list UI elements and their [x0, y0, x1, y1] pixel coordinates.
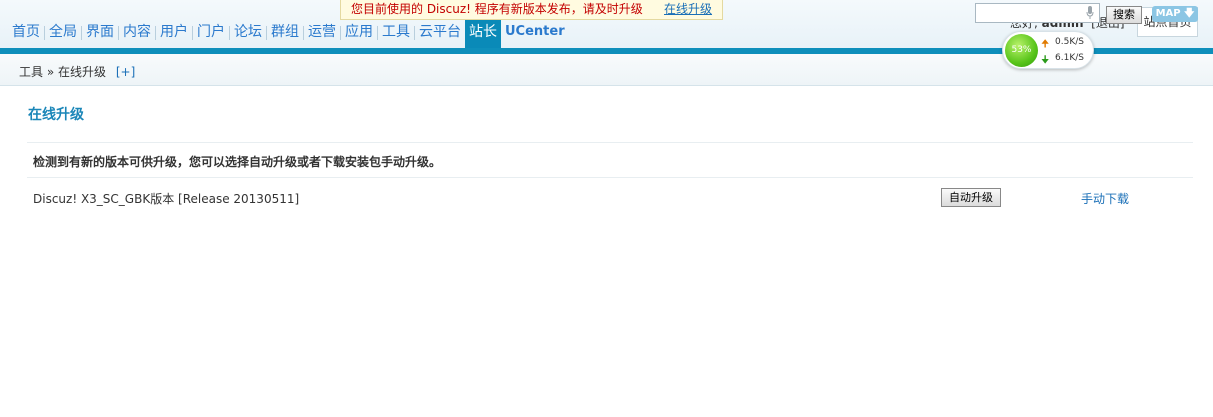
nav-item-operations[interactable]: 运营: [304, 20, 340, 48]
nav-item-users[interactable]: 用户: [156, 20, 192, 48]
divider: [27, 142, 1193, 143]
manual-download-link[interactable]: 手动下载: [1081, 190, 1129, 207]
nav-item-cloud[interactable]: 云平台: [415, 20, 465, 48]
nav-item-groups[interactable]: 群组: [267, 20, 303, 48]
version-info: Discuz! X3_SC_GBK版本 [Release 20130511]: [33, 192, 300, 206]
network-speed-widget[interactable]: 53% 🠉 0.5K/S 🠋 6.1K/S: [1002, 31, 1094, 69]
map-label: MAP: [1155, 8, 1181, 19]
upgrade-notice-link[interactable]: 在线升级: [664, 0, 712, 18]
nav-item-tools[interactable]: 工具: [378, 20, 414, 48]
upload-speed: 0.5K/S: [1055, 37, 1084, 47]
nav-item-global[interactable]: 全局: [45, 20, 81, 48]
page-title: 在线升级: [28, 107, 84, 123]
add-shortcut-link[interactable]: [+]: [116, 65, 135, 79]
breadcrumb-tools[interactable]: 工具: [19, 65, 43, 79]
nav-item-apps[interactable]: 应用: [341, 20, 377, 48]
nav-item-interface[interactable]: 界面: [82, 20, 118, 48]
microphone-icon[interactable]: [1086, 6, 1094, 20]
map-button[interactable]: MAP 🡇: [1152, 6, 1198, 22]
speed-percent-ball: 53%: [1005, 34, 1038, 67]
download-arrow-icon: 🠋: [1041, 55, 1050, 66]
auto-upgrade-button[interactable]: 自动升级: [941, 188, 1001, 207]
search-button[interactable]: 搜索: [1106, 6, 1142, 24]
breadcrumb: 工具 » 在线升级 [+]: [19, 63, 135, 80]
upload-arrow-icon: 🠉: [1041, 39, 1050, 50]
nav-item-home[interactable]: 首页: [8, 20, 44, 48]
search-input[interactable]: [975, 3, 1100, 23]
nav-item-content[interactable]: 内容: [119, 20, 155, 48]
nav-item-ucenter[interactable]: UCenter: [501, 20, 569, 48]
download-arrow-icon: 🡇: [1184, 8, 1195, 19]
nav-item-portal[interactable]: 门户: [193, 20, 229, 48]
download-speed: 6.1K/S: [1055, 53, 1084, 63]
breadcrumb-current: 在线升级: [58, 65, 107, 79]
upgrade-notice-text: 您目前使用的 Discuz! 程序有新版本发布，请及时升级: [351, 2, 643, 16]
nav-item-webmaster[interactable]: 站长: [465, 20, 501, 48]
upgrade-tip: 检测到有新的版本可供升级，您可以选择自动升级或者下载安装包手动升级。: [33, 155, 442, 169]
breadcrumb-separator: »: [46, 65, 55, 79]
main-nav: 首页 全局 界面 内容 用户 门户 论坛 群组 运营 应用 工具 云平台 站长 …: [8, 20, 569, 48]
divider: [27, 177, 1193, 178]
nav-item-forum[interactable]: 论坛: [230, 20, 266, 48]
upgrade-notice: 您目前使用的 Discuz! 程序有新版本发布，请及时升级 在线升级: [340, 0, 723, 20]
